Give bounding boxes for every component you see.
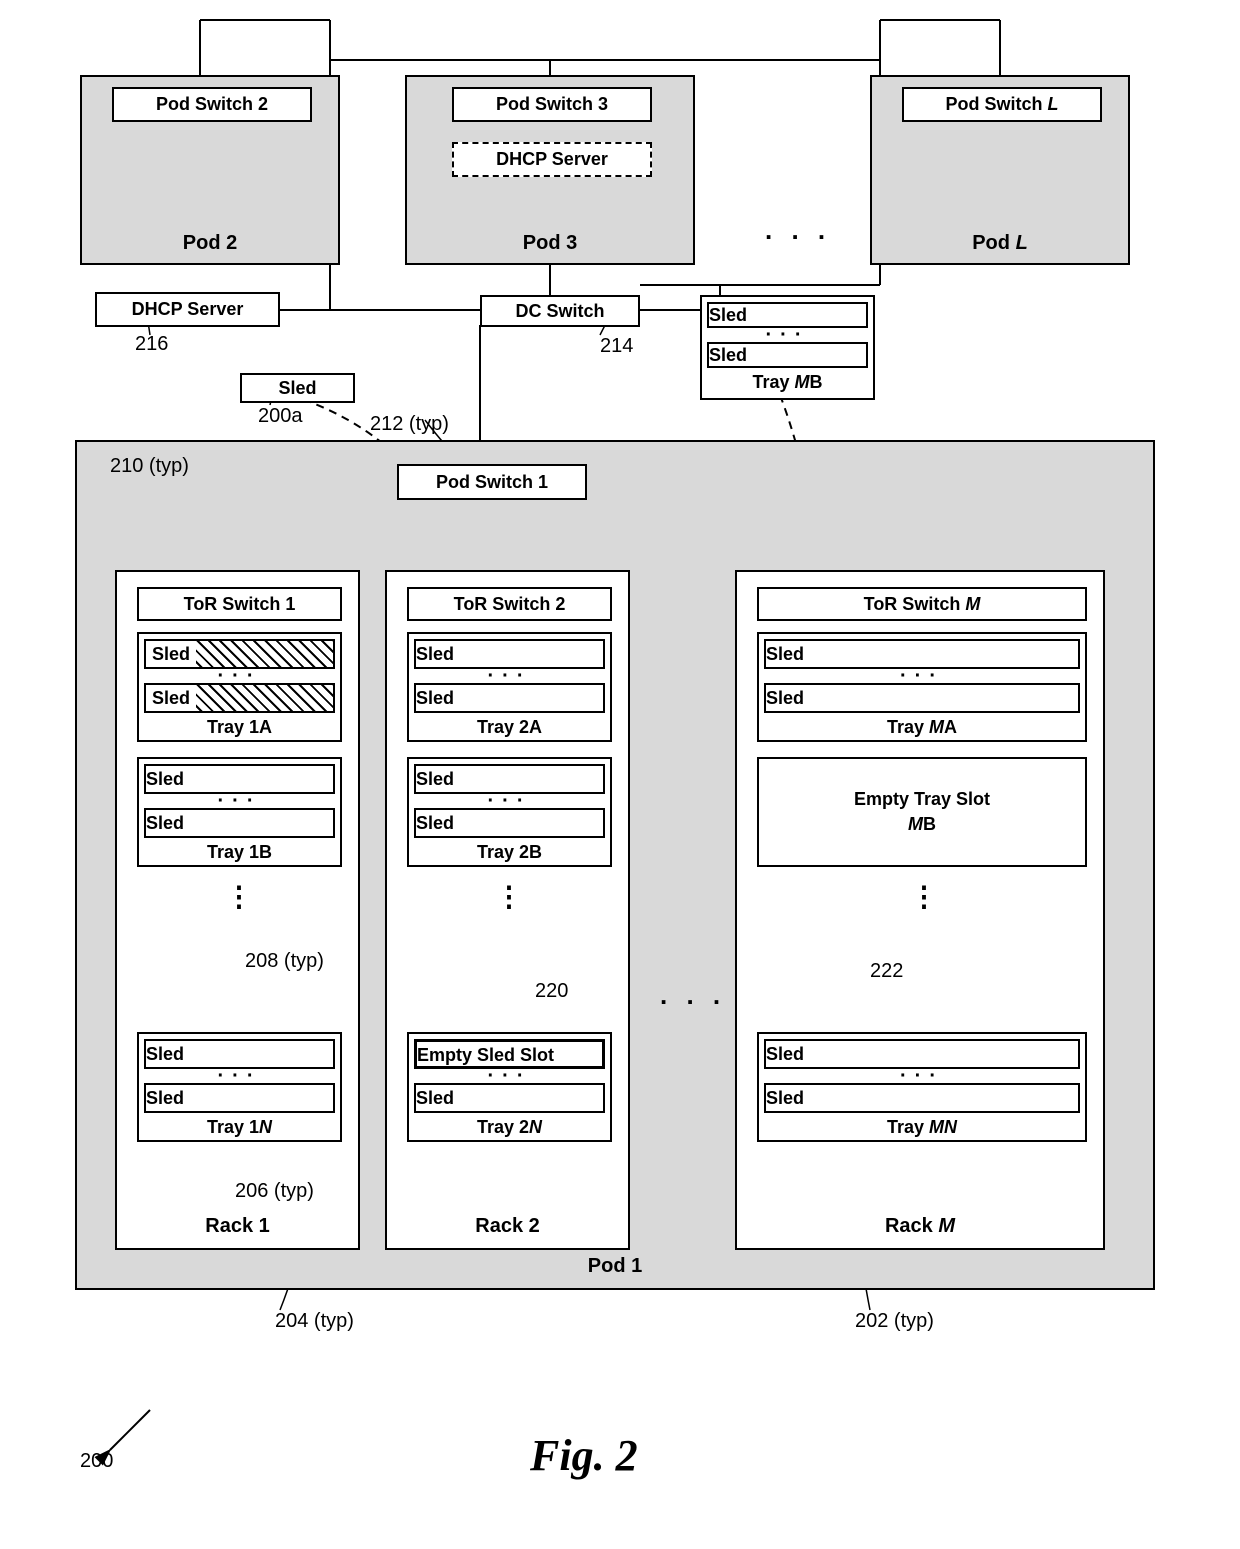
tor-switch-m: ToR Switch M [757,587,1087,621]
sled: Sled [764,1083,1080,1113]
sled: Sled [764,683,1080,713]
pod-switch-L: Pod Switch L [902,87,1102,122]
tray-1n: Sled ··· Sled Tray 1N [137,1032,342,1142]
callout-212: 212 (typ) [370,413,449,436]
pod-L-label: Pod L [872,232,1128,255]
pod-2-label: Pod 2 [82,232,338,255]
callout-214: 214 [600,335,633,358]
ellipsis-racks: . . . [660,980,726,1011]
sled: Sled [414,808,605,838]
ellipsis-top: . . . [765,215,831,246]
sled: Sled [144,808,335,838]
pod-switch-2: Pod Switch 2 [112,87,312,122]
sled: Sled [144,1083,335,1113]
sled-hatched: Sled [144,683,335,713]
callout-210: 210 (typ) [110,455,189,478]
pod-switch-3: Pod Switch 3 [452,87,652,122]
tray-1b: Sled ··· Sled Tray 1B [137,757,342,867]
tray-mn: Sled ··· Sled Tray MN [757,1032,1087,1142]
tor-switch-2: ToR Switch 2 [407,587,612,621]
empty-tray-slot-mb: Empty Tray Slot MB [757,757,1087,867]
dc-switch: DC Switch [480,295,640,327]
pod-3: Pod Switch 3 DHCP Server Pod 3 [405,75,695,265]
sled: Sled [414,683,605,713]
callout-216: 216 [135,333,168,356]
pod-3-label: Pod 3 [407,232,693,255]
rack-1-label: Rack 1 [117,1215,358,1238]
floating-sled: Sled [240,373,355,403]
tor-switch-1: ToR Switch 1 [137,587,342,621]
sled: Sled [414,1083,605,1113]
callout-208: 208 (typ) [245,950,324,973]
callout-220: 220 [535,980,568,1003]
callout-222: 222 [870,960,903,983]
tray-ma: Sled ··· Sled Tray MA [757,632,1087,742]
dhcp-server-pod3: DHCP Server [452,142,652,177]
figure-label: Fig. 2 [530,1430,638,1481]
pod-L: Pod Switch L Pod L [870,75,1130,265]
pod-switch-1: Pod Switch 1 [397,464,587,500]
tray-2n: Empty Sled Slot ··· Sled Tray 2N [407,1032,612,1142]
pod-1-label: Pod 1 [77,1255,1153,1278]
rack-2-label: Rack 2 [387,1215,628,1238]
callout-200: 200 [80,1450,113,1473]
tray-mb-floating: Sled ··· Sled Tray MB [700,295,875,400]
callout-202: 202 (typ) [855,1310,934,1333]
callout-200a: 200a [258,405,303,428]
tray-1a: Sled ··· Sled Tray 1A [137,632,342,742]
dhcp-server: DHCP Server [95,292,280,327]
pod-2: Pod Switch 2 Pod 2 [80,75,340,265]
tray-mb-label: Tray MB [702,368,873,397]
tray-2b: Sled ··· Sled Tray 2B [407,757,612,867]
rack-m-label: Rack M [737,1215,1103,1238]
callout-204: 204 (typ) [275,1310,354,1333]
callout-206: 206 (typ) [235,1180,314,1203]
tray-2a: Sled ··· Sled Tray 2A [407,632,612,742]
